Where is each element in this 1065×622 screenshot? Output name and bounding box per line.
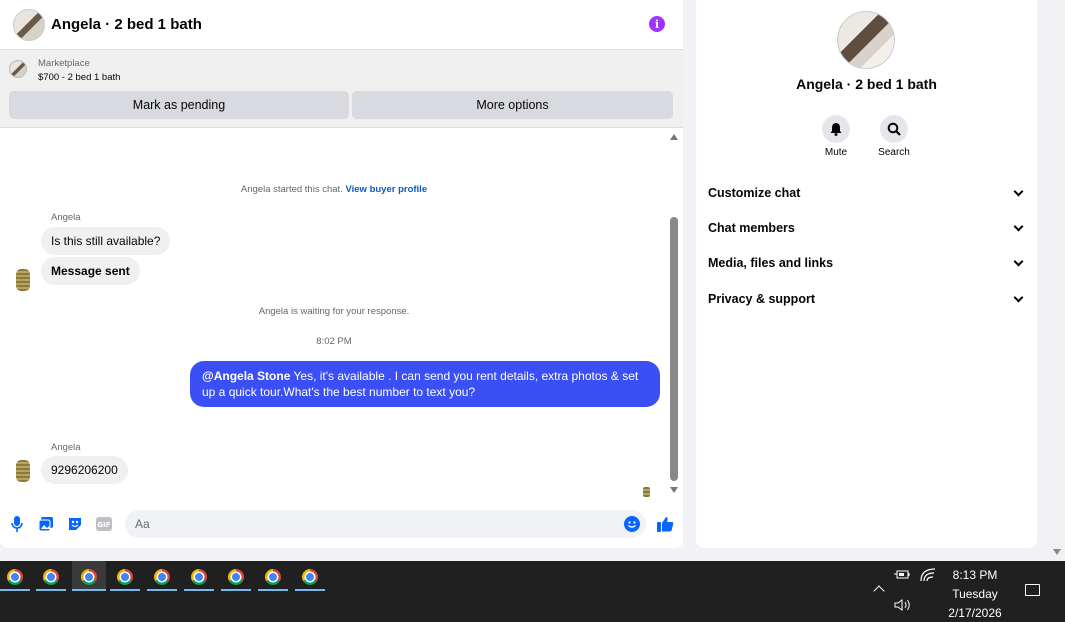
search-label: Search — [878, 147, 910, 158]
message-bubble[interactable]: 9296206200 — [41, 456, 128, 484]
chrome-icon — [154, 569, 170, 585]
search-icon — [887, 122, 901, 136]
listing-thumbnail[interactable] — [9, 60, 27, 78]
battery-icon[interactable] — [894, 569, 910, 584]
scrollbar-thumb[interactable] — [670, 217, 678, 481]
clock-time: 8:13 PM — [952, 568, 998, 582]
mute-button[interactable] — [822, 115, 850, 143]
info-icon[interactable]: i — [649, 16, 665, 32]
sender-name: Angela — [51, 212, 81, 223]
taskbar-chrome-9[interactable] — [295, 561, 325, 591]
info-title: Angela · 2 bed 1 bath — [796, 76, 937, 92]
message-input[interactable]: Aa — [125, 510, 646, 538]
sender-avatar[interactable] — [16, 269, 30, 291]
chrome-icon — [191, 569, 207, 585]
scroll-up-arrow[interactable] — [670, 134, 678, 140]
chevron-down-icon — [1013, 186, 1024, 196]
sticker-icon[interactable] — [67, 516, 83, 532]
clock-date: 2/17/2026 — [948, 606, 1002, 620]
chrome-icon — [265, 569, 281, 585]
marketplace-label: Marketplace — [38, 58, 90, 69]
section-label: Privacy & support — [708, 292, 815, 306]
section-label: Customize chat — [708, 186, 801, 200]
taskbar-chrome-3[interactable] — [72, 561, 106, 591]
chrome-icon — [117, 569, 133, 585]
chat-title[interactable]: Angela · 2 bed 1 bath — [51, 16, 202, 33]
waiting-notice: Angela is waiting for your response. — [258, 306, 410, 317]
chrome-icon — [302, 569, 318, 585]
avatar[interactable] — [837, 11, 895, 69]
scroll-down-arrow[interactable] — [670, 487, 678, 493]
chrome-icon — [7, 569, 23, 585]
clock-day: Tuesday — [952, 587, 998, 601]
listing-title[interactable]: $700 - 2 bed 1 bath — [38, 72, 120, 83]
system-clock[interactable]: 8:13 PM Tuesday 2/17/2026 — [940, 566, 1010, 622]
taskbar-chrome-8[interactable] — [258, 561, 288, 591]
section-chat-members[interactable]: Chat members — [708, 216, 1026, 240]
marketplace-banner: Marketplace $700 - 2 bed 1 bath Mark as … — [0, 50, 683, 128]
sender-name: Angela — [51, 442, 81, 453]
seen-indicator — [643, 487, 650, 497]
gif-icon[interactable]: GIF — [96, 516, 112, 532]
view-buyer-profile-link[interactable]: View buyer profile — [345, 184, 427, 195]
more-options-button[interactable]: More options — [352, 91, 673, 119]
chevron-down-icon — [1013, 256, 1024, 266]
outgoing-message[interactable]: @Angela Stone Yes, it's available . I ca… — [190, 361, 660, 407]
taskbar: 8:13 PM Tuesday 2/17/2026 — [0, 561, 1065, 622]
emoji-icon[interactable] — [624, 516, 640, 532]
section-privacy-support[interactable]: Privacy & support — [708, 287, 1026, 311]
chevron-down-icon — [1013, 292, 1024, 302]
chat-started-notice: Angela started this chat. View buyer pro… — [0, 184, 668, 195]
search-button[interactable] — [880, 115, 908, 143]
started-text: Angela started this chat. — [240, 184, 343, 195]
chevron-down-icon — [1013, 221, 1024, 231]
chat-header: Angela · 2 bed 1 bath i — [0, 0, 683, 50]
taskbar-chrome-2[interactable] — [36, 561, 66, 591]
chrome-icon — [43, 569, 59, 585]
taskbar-chrome-4[interactable] — [110, 561, 140, 591]
microphone-icon[interactable] — [9, 516, 25, 532]
mention[interactable]: @Angela Stone — [202, 369, 290, 383]
message-bubble[interactable]: Is this still available? — [41, 227, 171, 255]
chrome-icon — [228, 569, 244, 585]
volume-icon[interactable] — [894, 598, 912, 615]
taskbar-chrome-1[interactable] — [0, 561, 30, 591]
page-scrollbar[interactable] — [1050, 0, 1065, 560]
show-hidden-icons-chevron-icon[interactable] — [873, 585, 885, 597]
like-icon[interactable] — [656, 515, 674, 533]
svg-text:GIF: GIF — [97, 521, 110, 529]
chrome-icon — [81, 569, 97, 585]
composer: GIF Aa — [0, 508, 683, 540]
mark-pending-button[interactable]: Mark as pending — [9, 91, 349, 119]
taskbar-chrome-6[interactable] — [184, 561, 214, 591]
mute-label: Mute — [824, 147, 848, 158]
bell-icon — [830, 123, 842, 136]
sender-avatar[interactable] — [16, 460, 30, 482]
taskbar-chrome-5[interactable] — [147, 561, 177, 591]
section-customize-chat[interactable]: Customize chat — [708, 181, 1026, 205]
notifications-icon[interactable] — [1025, 584, 1040, 596]
avatar[interactable] — [13, 8, 45, 41]
section-label: Chat members — [708, 221, 795, 235]
timestamp: 8:02 PM — [316, 336, 352, 347]
message-placeholder: Aa — [135, 517, 150, 531]
chat-info-panel: Angela · 2 bed 1 bath Mute Search Custom… — [696, 0, 1037, 548]
taskbar-chrome-7[interactable] — [221, 561, 251, 591]
message-bubble[interactable]: Message sent — [41, 257, 140, 285]
wifi-icon[interactable] — [920, 568, 936, 585]
chat-panel: Angela · 2 bed 1 bath i Marketplace $700… — [0, 0, 683, 548]
section-label: Media, files and links — [708, 256, 834, 270]
scroll-down-arrow[interactable] — [1053, 549, 1061, 555]
message-list[interactable]: Angela started this chat. View buyer pro… — [0, 129, 683, 499]
photo-icon[interactable] — [38, 516, 54, 532]
section-media-files-links[interactable]: Media, files and links — [708, 251, 1026, 275]
